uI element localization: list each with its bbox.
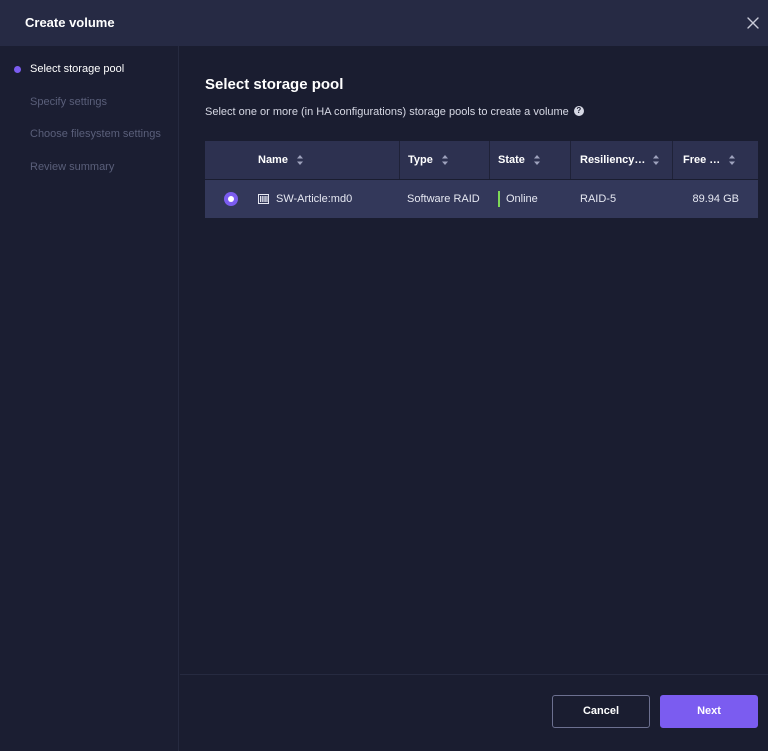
column-divider bbox=[570, 141, 571, 179]
column-divider bbox=[489, 141, 490, 179]
cell-state: Online bbox=[506, 193, 538, 205]
dialog-footer: Cancel Next bbox=[180, 674, 768, 751]
sort-icon[interactable] bbox=[441, 154, 449, 166]
dialog-titlebar: Create volume bbox=[0, 0, 768, 46]
column-header-resiliency[interactable]: Resiliency… bbox=[580, 141, 645, 179]
next-button[interactable]: Next bbox=[660, 695, 758, 728]
help-icon[interactable]: ? bbox=[573, 106, 584, 117]
cell-resiliency: RAID-5 bbox=[580, 193, 617, 205]
cell-name: SW-Article:md0 bbox=[276, 193, 353, 205]
table-header: Name Type State Resiliency… Free … bbox=[205, 141, 758, 179]
column-header-free[interactable]: Free … bbox=[683, 141, 720, 179]
page-description: Select one or more (in HA configurations… bbox=[205, 106, 584, 118]
column-header-type[interactable]: Type bbox=[408, 141, 433, 179]
wizard-steps-sidebar: Select storage pool Specify settings Cho… bbox=[0, 46, 179, 751]
create-volume-dialog: Create volume Select storage pool Specif… bbox=[0, 0, 768, 751]
main-content: Select storage pool Select one or more (… bbox=[180, 46, 768, 674]
sort-icon[interactable] bbox=[296, 154, 304, 166]
step-choose-filesystem-settings: Choose filesystem settings bbox=[30, 128, 161, 140]
column-header-name[interactable]: Name bbox=[258, 141, 288, 179]
active-step-dot-icon bbox=[14, 66, 21, 73]
column-header-state[interactable]: State bbox=[498, 141, 525, 179]
storage-pool-table: Name Type State Resiliency… Free … SW-Ar… bbox=[205, 141, 758, 218]
step-review-summary: Review summary bbox=[30, 161, 115, 173]
table-row[interactable]: SW-Article:md0 Software RAID Online RAID… bbox=[205, 180, 758, 218]
online-status-indicator bbox=[498, 191, 500, 207]
storage-pool-icon bbox=[258, 194, 269, 204]
sort-icon[interactable] bbox=[728, 154, 736, 166]
row-select-radio[interactable] bbox=[224, 192, 238, 206]
step-specify-settings: Specify settings bbox=[30, 96, 108, 108]
dialog-title: Create volume bbox=[25, 15, 115, 30]
cell-free: 89.94 GB bbox=[692, 193, 739, 205]
column-divider bbox=[399, 141, 400, 179]
page-title: Select storage pool bbox=[205, 76, 344, 93]
sort-icon[interactable] bbox=[652, 154, 660, 166]
step-select-storage-pool: Select storage pool bbox=[30, 63, 125, 75]
cancel-button[interactable]: Cancel bbox=[552, 695, 650, 728]
close-icon[interactable] bbox=[744, 14, 762, 32]
column-divider bbox=[672, 141, 673, 179]
sort-icon[interactable] bbox=[533, 154, 541, 166]
cell-type: Software RAID bbox=[407, 193, 480, 205]
description-text: Select one or more (in HA configurations… bbox=[205, 106, 569, 118]
